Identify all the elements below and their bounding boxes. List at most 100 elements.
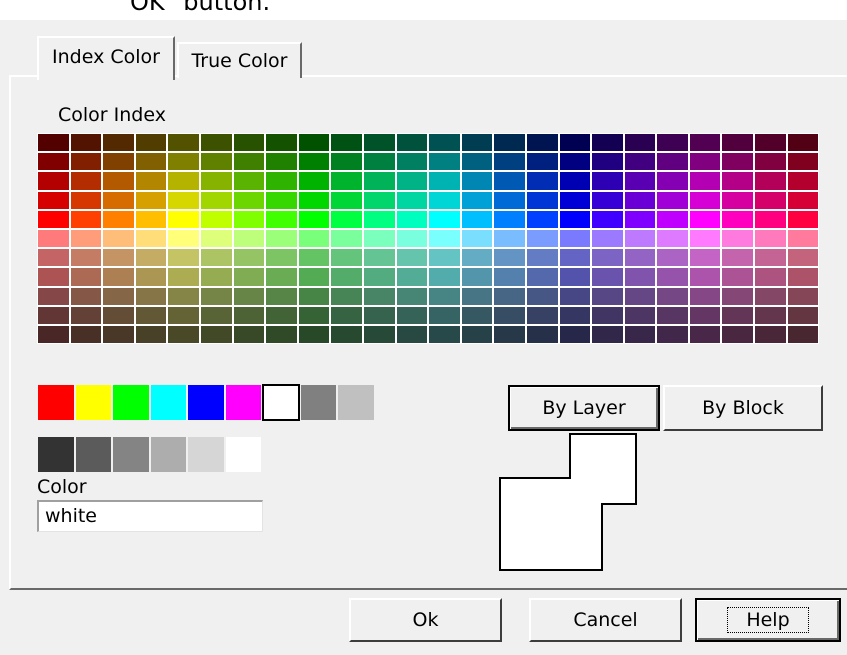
palette-cell[interactable] xyxy=(525,133,559,153)
palette-cell[interactable] xyxy=(721,228,755,249)
standard-color-swatch[interactable] xyxy=(299,384,337,421)
palette-cell[interactable] xyxy=(591,228,624,249)
palette-cell[interactable] xyxy=(199,248,233,268)
palette-cell[interactable] xyxy=(460,324,494,345)
palette-cell[interactable] xyxy=(623,248,657,268)
palette-cell[interactable] xyxy=(69,324,103,345)
palette-cell[interactable] xyxy=(362,209,396,229)
palette-cell[interactable] xyxy=(102,133,135,153)
color-index-palette[interactable] xyxy=(37,133,820,345)
palette-cell[interactable] xyxy=(69,133,103,153)
palette-cell[interactable] xyxy=(297,267,331,287)
standard-color-swatch[interactable] xyxy=(112,384,150,421)
palette-cell[interactable] xyxy=(754,133,787,153)
color-name-field[interactable]: white xyxy=(37,500,263,532)
palette-cell[interactable] xyxy=(754,228,787,249)
palette-cell[interactable] xyxy=(591,190,624,210)
palette-cell[interactable] xyxy=(330,305,363,325)
palette-cell[interactable] xyxy=(69,286,103,306)
palette-cell[interactable] xyxy=(754,267,787,287)
palette-cell[interactable] xyxy=(37,286,70,306)
palette-cell[interactable] xyxy=(232,209,266,229)
palette-cell[interactable] xyxy=(460,248,494,268)
palette-cell[interactable] xyxy=(102,152,135,172)
standard-color-swatch[interactable] xyxy=(37,384,75,421)
palette-cell[interactable] xyxy=(656,267,689,287)
palette-cell[interactable] xyxy=(362,324,396,345)
palette-cell[interactable] xyxy=(167,324,200,345)
palette-cell[interactable] xyxy=(525,286,559,306)
palette-cell[interactable] xyxy=(623,305,657,325)
standard-color-swatch[interactable] xyxy=(74,384,112,421)
palette-cell[interactable] xyxy=(721,248,755,268)
palette-cell[interactable] xyxy=(37,171,70,191)
palette-cell[interactable] xyxy=(786,248,820,268)
gray-color-swatch[interactable] xyxy=(149,436,187,473)
palette-cell[interactable] xyxy=(395,209,429,229)
palette-cell[interactable] xyxy=(167,267,200,287)
palette-cell[interactable] xyxy=(460,133,494,153)
palette-cell[interactable] xyxy=(102,190,135,210)
palette-cell[interactable] xyxy=(362,267,396,287)
palette-cell[interactable] xyxy=(460,152,494,172)
palette-cell[interactable] xyxy=(428,190,461,210)
palette-cell[interactable] xyxy=(362,152,396,172)
palette-cell[interactable] xyxy=(199,209,233,229)
palette-cell[interactable] xyxy=(493,209,526,229)
palette-cell[interactable] xyxy=(754,209,787,229)
palette-cell[interactable] xyxy=(558,248,592,268)
palette-cell[interactable] xyxy=(591,324,624,345)
palette-cell[interactable] xyxy=(265,171,298,191)
palette-cell[interactable] xyxy=(69,152,103,172)
palette-cell[interactable] xyxy=(656,324,689,345)
palette-cell[interactable] xyxy=(754,324,787,345)
palette-cell[interactable] xyxy=(558,267,592,287)
by-block-button[interactable]: By Block xyxy=(663,385,823,431)
palette-cell[interactable] xyxy=(591,267,624,287)
palette-cell[interactable] xyxy=(558,305,592,325)
palette-cell[interactable] xyxy=(265,228,298,249)
palette-cell[interactable] xyxy=(493,324,526,345)
palette-cell[interactable] xyxy=(558,152,592,172)
palette-cell[interactable] xyxy=(428,228,461,249)
palette-cell[interactable] xyxy=(558,133,592,153)
palette-cell[interactable] xyxy=(330,152,363,172)
palette-cell[interactable] xyxy=(754,190,787,210)
palette-cell[interactable] xyxy=(428,286,461,306)
palette-cell[interactable] xyxy=(167,248,200,268)
palette-cell[interactable] xyxy=(623,228,657,249)
palette-cell[interactable] xyxy=(265,305,298,325)
palette-cell[interactable] xyxy=(362,248,396,268)
palette-cell[interactable] xyxy=(525,152,559,172)
palette-cell[interactable] xyxy=(688,305,722,325)
palette-cell[interactable] xyxy=(330,209,363,229)
palette-cell[interactable] xyxy=(558,209,592,229)
palette-cell[interactable] xyxy=(591,152,624,172)
palette-cell[interactable] xyxy=(688,152,722,172)
palette-cell[interactable] xyxy=(754,305,787,325)
palette-cell[interactable] xyxy=(786,171,820,191)
palette-cell[interactable] xyxy=(786,228,820,249)
gray-color-swatch[interactable] xyxy=(224,436,262,473)
palette-cell[interactable] xyxy=(265,190,298,210)
palette-cell[interactable] xyxy=(330,248,363,268)
palette-cell[interactable] xyxy=(786,324,820,345)
palette-cell[interactable] xyxy=(297,305,331,325)
palette-cell[interactable] xyxy=(330,190,363,210)
palette-cell[interactable] xyxy=(199,267,233,287)
palette-cell[interactable] xyxy=(754,286,787,306)
palette-cell[interactable] xyxy=(167,190,200,210)
palette-cell[interactable] xyxy=(265,133,298,153)
palette-cell[interactable] xyxy=(591,248,624,268)
palette-cell[interactable] xyxy=(558,286,592,306)
palette-cell[interactable] xyxy=(199,171,233,191)
palette-cell[interactable] xyxy=(525,171,559,191)
palette-cell[interactable] xyxy=(232,286,266,306)
palette-cell[interactable] xyxy=(102,267,135,287)
palette-cell[interactable] xyxy=(688,248,722,268)
palette-cell[interactable] xyxy=(656,248,689,268)
palette-cell[interactable] xyxy=(330,286,363,306)
palette-cell[interactable] xyxy=(786,190,820,210)
palette-cell[interactable] xyxy=(134,248,168,268)
palette-cell[interactable] xyxy=(656,305,689,325)
